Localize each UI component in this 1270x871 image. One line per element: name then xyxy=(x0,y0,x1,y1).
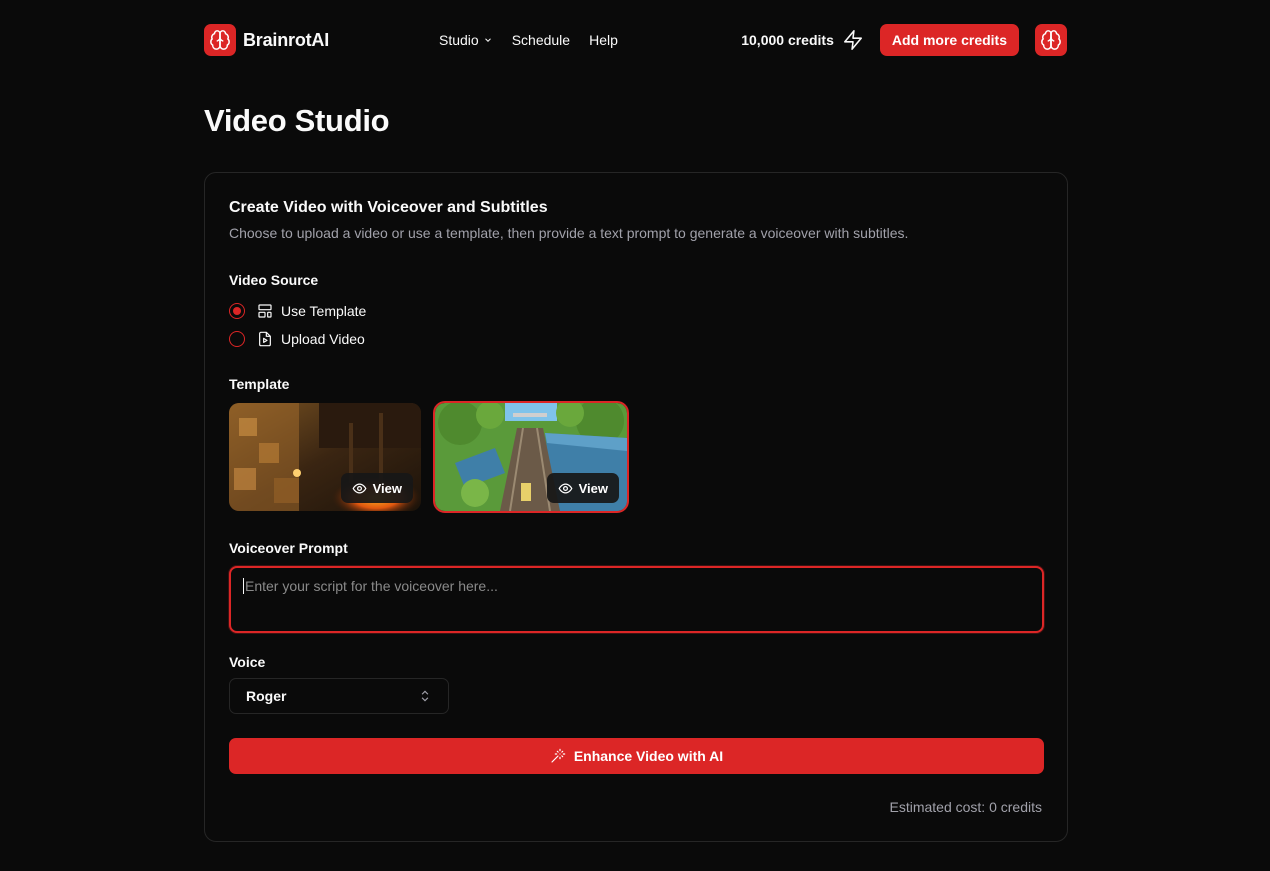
radio-upload-video[interactable]: Upload Video xyxy=(229,331,365,347)
brand[interactable]: BrainrotAI xyxy=(204,24,329,56)
chevrons-up-down-icon xyxy=(421,690,429,702)
enhance-label: Enhance Video with AI xyxy=(573,748,724,764)
top-navbar: BrainrotAI Studio Schedule Help 10,000 c… xyxy=(204,24,1067,56)
chevron-down-icon xyxy=(484,38,491,42)
radio-use-template[interactable]: Use Template xyxy=(229,303,366,319)
magic-wand-icon xyxy=(551,748,566,763)
view-label: View xyxy=(372,480,402,496)
estimated-cost: Estimated cost: 0 credits xyxy=(889,799,1042,815)
card-description: Choose to upload a video or use a templa… xyxy=(229,225,909,241)
nav-studio-label: Studio xyxy=(439,32,479,48)
voice-select[interactable]: Roger xyxy=(229,678,449,714)
radio-button[interactable] xyxy=(229,303,245,319)
brain-avatar-icon xyxy=(1041,30,1061,50)
view-template-button[interactable]: View xyxy=(546,473,619,503)
template-icon xyxy=(257,303,273,319)
header-actions: 10,000 credits Add more credits xyxy=(741,24,1067,56)
file-video-icon xyxy=(257,331,273,347)
radio-button[interactable] xyxy=(229,331,245,347)
view-label: View xyxy=(578,480,608,496)
template-label: Template xyxy=(229,376,290,392)
lightning-icon xyxy=(842,29,864,51)
video-source-label: Video Source xyxy=(229,272,319,288)
nav-help[interactable]: Help xyxy=(589,32,618,48)
voice-label: Voice xyxy=(229,654,266,670)
nav-schedule-label: Schedule xyxy=(511,32,571,48)
card-title: Create Video with Voiceover and Subtitle… xyxy=(229,199,548,216)
view-template-button[interactable]: View xyxy=(340,473,413,503)
template-thumbnail[interactable]: View xyxy=(229,403,421,511)
template-thumbnail-selected[interactable]: View xyxy=(433,401,629,513)
text-caret xyxy=(243,578,244,594)
nav-schedule[interactable]: Schedule xyxy=(512,32,570,48)
upload-video-label: Upload Video xyxy=(281,331,365,347)
brand-name: BrainrotAI xyxy=(243,29,330,50)
credits-count: 10,000 credits xyxy=(741,32,834,48)
eye-icon xyxy=(352,482,367,494)
create-video-card: Create Video with Voiceover and Subtitle… xyxy=(204,172,1068,842)
main-nav: Studio Schedule Help xyxy=(439,32,618,48)
nav-studio[interactable]: Studio xyxy=(439,32,493,48)
use-template-label: Use Template xyxy=(281,303,367,319)
nav-help-label: Help xyxy=(589,32,618,48)
eye-icon xyxy=(558,482,573,494)
voiceover-placeholder: Enter your script for the voiceover here… xyxy=(245,578,498,594)
voice-selected-value: Roger xyxy=(246,688,287,704)
add-credits-button[interactable]: Add more credits xyxy=(879,24,1019,56)
voiceover-prompt-textarea[interactable]: Enter your script for the voiceover here… xyxy=(229,566,1044,633)
enhance-video-button[interactable]: Enhance Video with AI xyxy=(229,738,1044,774)
user-avatar[interactable] xyxy=(1035,24,1067,56)
voiceover-prompt-label: Voiceover Prompt xyxy=(229,540,348,556)
page-title: Video Studio xyxy=(204,103,390,138)
radio-dot xyxy=(233,307,241,315)
brain-logo-icon xyxy=(204,24,236,56)
